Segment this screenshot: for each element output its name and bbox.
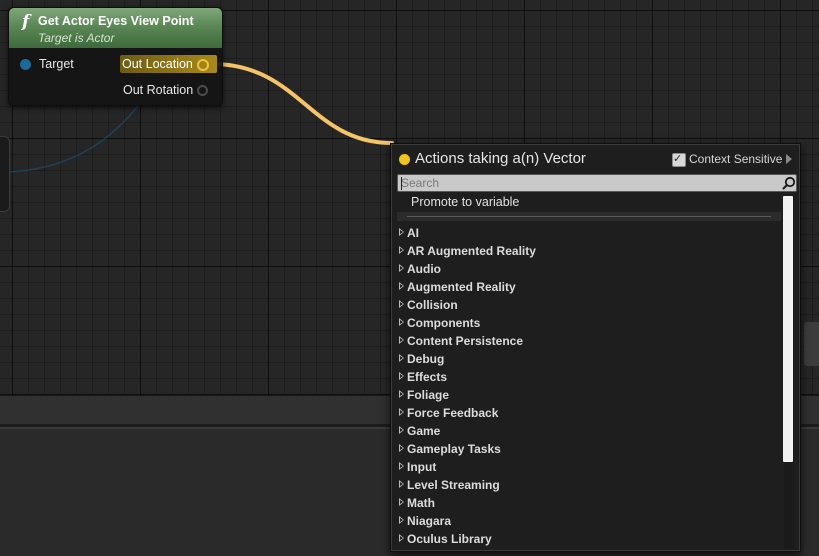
category-label: Debug (407, 352, 445, 366)
chevron-right-icon[interactable] (399, 426, 404, 434)
chevron-right-icon[interactable] (399, 300, 404, 308)
text-caret (401, 177, 402, 190)
category-item[interactable]: Components (397, 314, 777, 332)
separator-line (407, 216, 771, 217)
target-pin-label: Target (39, 57, 74, 71)
search-icon[interactable] (782, 176, 796, 190)
node-header[interactable]: f Get Actor Eyes View Point Target is Ac… (9, 8, 222, 48)
chevron-right-icon[interactable] (399, 516, 404, 524)
out-location-wire (210, 62, 394, 145)
category-item[interactable]: Audio (397, 260, 777, 278)
target-pin-icon[interactable] (20, 59, 31, 70)
category-label: AI (407, 226, 419, 240)
category-item[interactable]: AI (397, 224, 777, 242)
checkbox-checked-icon: ✓ (673, 152, 683, 165)
chevron-right-icon[interactable] (786, 154, 792, 164)
category-item[interactable]: AR Augmented Reality (397, 242, 777, 260)
category-label: AR Augmented Reality (407, 244, 536, 258)
category-item[interactable]: Collision (397, 296, 777, 314)
category-item[interactable]: Augmented Reality (397, 278, 777, 296)
category-label: Components (407, 316, 481, 330)
context-sensitive-checkbox[interactable]: ✓ (672, 152, 686, 167)
category-item[interactable]: Debug (397, 350, 777, 368)
category-label: Game (407, 424, 441, 438)
category-item[interactable]: Effects (397, 368, 777, 386)
category-list: AI AR Augmented Reality Audio Augmented Rea… (397, 224, 777, 548)
node-subtitle: Target is Actor (38, 31, 115, 45)
chevron-right-icon[interactable] (399, 282, 404, 290)
get-actor-eyes-view-point-node[interactable]: f Get Actor Eyes View Point Target is Ac… (8, 7, 223, 106)
category-label: Effects (407, 370, 448, 384)
menu-separator (397, 212, 781, 221)
chevron-right-icon[interactable] (399, 444, 404, 452)
chevron-right-icon[interactable] (399, 372, 404, 380)
chevron-right-icon[interactable] (399, 246, 404, 254)
function-icon: f (22, 12, 30, 32)
category-item[interactable]: Oculus Library (397, 530, 777, 548)
category-label: Niagara (407, 514, 452, 528)
chevron-right-icon[interactable] (399, 264, 404, 272)
node-title: Get Actor Eyes View Point (38, 14, 194, 28)
category-label: Input (407, 460, 437, 474)
action-menu-title: Actions taking a(n) Vector (415, 150, 586, 167)
category-label: Force Feedback (407, 406, 499, 420)
chevron-right-icon[interactable] (399, 228, 404, 236)
search-input[interactable] (401, 175, 771, 191)
action-menu[interactable]: Actions taking a(n) Vector ✓ Context Sen… (390, 143, 801, 552)
category-label: Gameplay Tasks (407, 442, 501, 456)
chevron-right-icon[interactable] (399, 462, 404, 470)
category-item[interactable]: Force Feedback (397, 404, 777, 422)
category-label: Level Streaming (407, 478, 500, 492)
category-item[interactable]: Gameplay Tasks (397, 440, 777, 458)
blueprint-graph-canvas[interactable]: f Get Actor Eyes View Point Target is Ac… (0, 0, 819, 556)
offscreen-element[interactable] (804, 322, 819, 366)
category-item[interactable]: Level Streaming (397, 476, 777, 494)
category-label: Collision (407, 298, 458, 312)
category-label: Content Persistence (407, 334, 524, 348)
chevron-right-icon[interactable] (399, 480, 404, 488)
out-rotation-pin-icon[interactable] (197, 85, 208, 96)
category-label: Augmented Reality (407, 280, 516, 294)
category-item[interactable]: Game (397, 422, 777, 440)
chevron-right-icon[interactable] (399, 390, 404, 398)
chevron-right-icon[interactable] (399, 534, 404, 542)
scrollbar-thumb[interactable] (783, 196, 793, 462)
chevron-right-icon[interactable] (399, 408, 404, 416)
category-item[interactable]: Niagara (397, 512, 777, 530)
promote-to-variable-item[interactable]: Promote to variable (411, 195, 519, 209)
out-rotation-pin-label: Out Rotation (123, 83, 194, 97)
category-label: Audio (407, 262, 441, 276)
search-box[interactable] (397, 174, 797, 192)
category-item[interactable]: Foliage (397, 386, 777, 404)
category-item[interactable]: Input (397, 458, 777, 476)
out-location-pin-icon[interactable] (197, 59, 209, 71)
chevron-right-icon[interactable] (399, 336, 404, 344)
vector-type-icon (399, 154, 410, 165)
category-item[interactable]: Math (397, 494, 777, 512)
offscreen-node[interactable] (0, 136, 10, 212)
chevron-right-icon[interactable] (399, 354, 404, 362)
chevron-right-icon[interactable] (399, 318, 404, 326)
category-label: Foliage (407, 388, 450, 402)
out-location-pin-label: Out Location (122, 57, 193, 71)
category-label: Oculus Library (407, 532, 492, 546)
chevron-right-icon[interactable] (399, 498, 404, 506)
category-label: Math (407, 496, 435, 510)
category-item[interactable]: Content Persistence (397, 332, 777, 350)
context-sensitive-label[interactable]: Context Sensitive (689, 152, 782, 166)
